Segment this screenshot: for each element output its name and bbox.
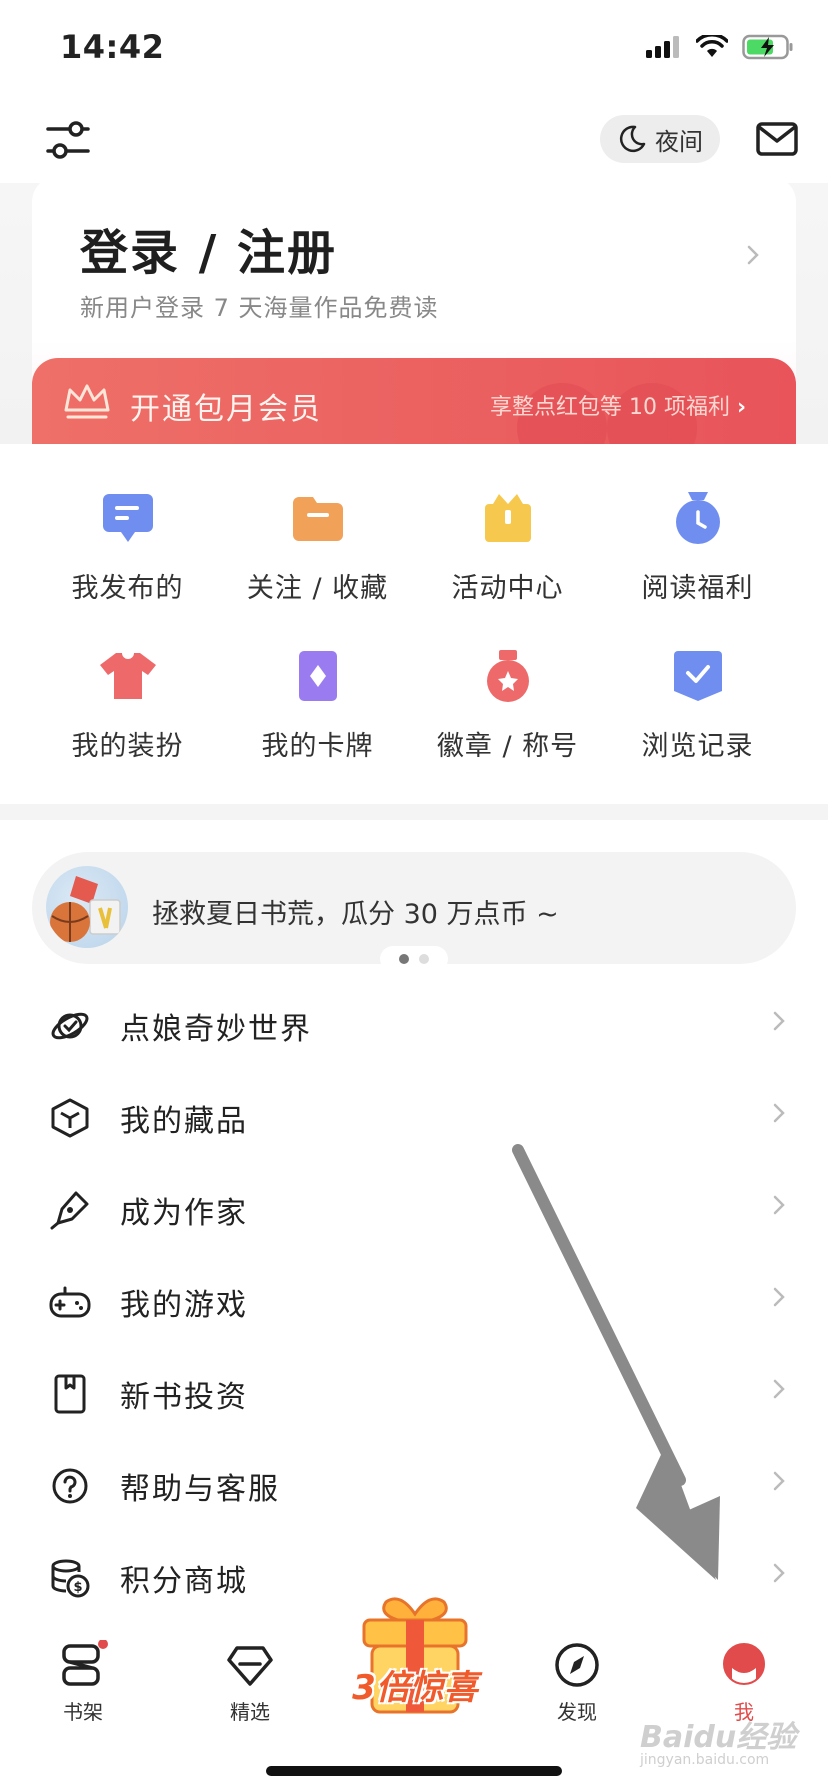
menu-item-label: 帮助与客服: [120, 1472, 280, 1507]
orbit-icon: [48, 1004, 92, 1048]
nav-label: 书架: [63, 1700, 103, 1724]
crown-icon: [64, 384, 110, 419]
home-indicator[interactable]: [266, 1766, 562, 1776]
grid-item-label: 我的卡牌: [261, 731, 374, 762]
login-chevron-icon: [747, 245, 759, 265]
menu-item-label: 我的藏品: [120, 1104, 248, 1139]
carousel-dots: [380, 946, 448, 972]
chevron-right-icon: [773, 1103, 785, 1123]
grid-item-badges[interactable]: 徽章 / 称号: [404, 646, 611, 796]
folder-icon: [288, 488, 348, 548]
watermark-brand: Baidu经验: [640, 1720, 797, 1755]
bookshelf-icon: [62, 1640, 108, 1686]
diamond-icon: [227, 1646, 273, 1686]
menu-item-help[interactable]: 帮助与客服: [0, 1440, 828, 1532]
nav-promo-gift[interactable]: 3倍惊喜: [340, 1590, 490, 1730]
grid-item-label: 浏览记录: [641, 731, 754, 762]
nav-bookshelf[interactable]: 书架: [23, 1640, 143, 1725]
grid-item-label: 阅读福利: [641, 573, 754, 604]
cube-icon: [48, 1096, 92, 1140]
pen-icon: [48, 1188, 92, 1232]
nav-label: 发现: [557, 1700, 597, 1724]
medal-icon: [478, 646, 538, 706]
menu-item-label: 新书投资: [120, 1380, 248, 1415]
tshirt-icon: [98, 646, 158, 706]
grid-item-label: 我发布的: [71, 573, 184, 604]
mail-icon[interactable]: [756, 122, 798, 156]
chevron-right-icon: [773, 1563, 785, 1583]
menu-item-label: 点娘奇妙世界: [120, 1012, 312, 1047]
settings-sliders-icon[interactable]: [46, 120, 90, 160]
nav-discover[interactable]: 发现: [517, 1640, 637, 1725]
grid-item-label: 关注 / 收藏: [246, 573, 389, 604]
moon-icon: [619, 125, 646, 153]
grid-item-dressup[interactable]: 我的装扮: [24, 646, 231, 796]
chevron-right-icon: [773, 1195, 785, 1215]
menu-item-wonder-world[interactable]: 点娘奇妙世界: [0, 980, 828, 1072]
battery-icon: [742, 34, 793, 60]
menu-item-book-invest[interactable]: 新书投资: [0, 1348, 828, 1440]
chevron-right-icon: [773, 1011, 785, 1031]
chevron-right-icon: [773, 1379, 785, 1399]
banner-image: [46, 866, 128, 948]
bookmark-icon: [48, 1372, 92, 1416]
help-icon: [48, 1464, 92, 1508]
grid-item-reading-bonus[interactable]: 阅读福利: [594, 488, 801, 638]
status-icons: [646, 34, 794, 60]
nav-featured[interactable]: 精选: [190, 1640, 310, 1725]
carousel-dot: [419, 954, 429, 964]
section-divider: [0, 804, 828, 820]
chevron-right-icon: [773, 1287, 785, 1307]
promo-label: 3倍惊喜: [352, 1668, 478, 1708]
menu-item-label: 成为作家: [120, 1196, 248, 1231]
svg-text:$: $: [73, 1580, 82, 1595]
nav-label: 精选: [230, 1700, 270, 1724]
grid-item-label: 我的装扮: [71, 731, 184, 762]
carousel-dot-active: [399, 954, 409, 964]
chevron-right-icon: [773, 1471, 785, 1491]
grid-item-label: 徽章 / 称号: [436, 731, 579, 762]
menu-item-games[interactable]: 我的游戏: [0, 1256, 828, 1348]
menu-item-become-author[interactable]: 成为作家: [0, 1164, 828, 1256]
gamepad-icon: [48, 1280, 92, 1324]
card-icon: [288, 646, 348, 706]
gift-box-icon: [478, 488, 538, 548]
menu-item-label: 我的游戏: [120, 1288, 248, 1323]
banner-text: 拯救夏日书荒，瓜分 30 万点币 ~: [152, 899, 559, 930]
menu-item-label: 积分商城: [120, 1564, 248, 1599]
night-mode-button[interactable]: 夜间: [600, 115, 720, 163]
vip-chevron-icon: ›: [736, 395, 747, 420]
night-mode-label: 夜间: [655, 127, 703, 156]
grid-item-follow[interactable]: 关注 / 收藏: [214, 488, 421, 638]
vip-benefit: 享整点红包等 10 项福利 ›: [490, 389, 746, 421]
status-time: 14:42: [60, 28, 165, 66]
menu-item-collection[interactable]: 我的藏品: [0, 1072, 828, 1164]
wifi-icon: [696, 35, 728, 57]
vip-benefit-text: 享整点红包等 10 项福利: [490, 395, 730, 420]
grid-item-activity[interactable]: 活动中心: [404, 488, 611, 638]
grid-item-cards[interactable]: 我的卡牌: [214, 646, 421, 796]
grid-item-label: 活动中心: [451, 573, 564, 604]
login-subtitle: 新用户登录 7 天海量作品免费读: [80, 294, 439, 322]
signal-icon: [646, 36, 679, 58]
feature-grid: 我发布的 关注 / 收藏 活动中心 阅读福利 我的装扮 我的卡牌 徽章 / 称号…: [0, 444, 828, 804]
me-avatar-icon: [723, 1643, 765, 1685]
vip-title: 开通包月会员: [130, 392, 322, 427]
history-icon: [668, 646, 728, 706]
coins-icon: $: [48, 1556, 92, 1600]
compass-icon: [555, 1643, 599, 1687]
message-icon: [98, 488, 158, 548]
watermark-url: jingyan.baidu.com: [640, 1752, 770, 1768]
login-title[interactable]: 登录 / 注册: [80, 213, 337, 283]
grid-item-history[interactable]: 浏览记录: [594, 646, 801, 796]
grid-item-published[interactable]: 我发布的: [24, 488, 231, 638]
clock-bag-icon: [668, 488, 728, 548]
